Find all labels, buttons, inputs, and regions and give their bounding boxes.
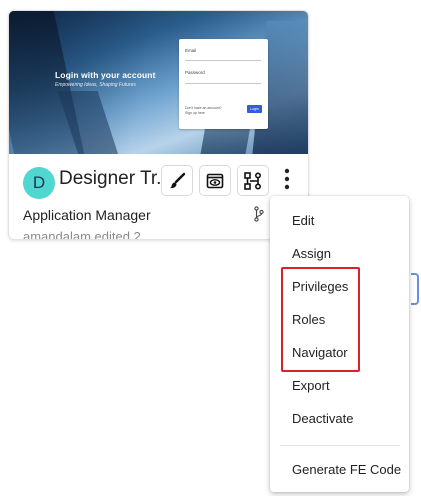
app-name[interactable]: Designer Tr... bbox=[59, 168, 172, 190]
menu-item-assign[interactable]: Assign bbox=[270, 239, 409, 269]
paintbrush-icon bbox=[168, 172, 186, 190]
app-screen: Login with your account Empowering Ideas… bbox=[0, 0, 421, 496]
menu-divider bbox=[280, 445, 400, 446]
preview-eye-icon bbox=[206, 172, 224, 190]
thumbnail-password-line bbox=[185, 83, 261, 84]
menu-item-generate-fe-code[interactable]: Generate FE Code bbox=[270, 455, 409, 485]
menu-item-label: Deactivate bbox=[292, 411, 354, 426]
thumbnail-footer-text: Don't have an account? Sign up here bbox=[185, 106, 222, 115]
workflow-button[interactable] bbox=[237, 165, 269, 196]
thumbnail-password-label: Password bbox=[185, 70, 205, 75]
menu-item-label: Generate FE Code bbox=[292, 462, 402, 477]
menu-item-label: Export bbox=[292, 378, 330, 393]
highlight-annotation-box bbox=[281, 267, 360, 372]
menu-item-export[interactable]: Export bbox=[270, 371, 409, 401]
menu-item-label: Assign bbox=[292, 246, 332, 261]
more-vertical-icon bbox=[284, 168, 290, 195]
thumbnail-email-line bbox=[185, 60, 261, 61]
workflow-icon bbox=[243, 171, 263, 191]
more-options-button[interactable] bbox=[277, 167, 297, 195]
menu-item-edit[interactable]: Edit bbox=[270, 206, 409, 236]
menu-item-label: Edit bbox=[292, 213, 315, 228]
design-button[interactable] bbox=[161, 165, 193, 196]
thumbnail-login-subheading: Empowering Ideas, Shaping Futures bbox=[55, 82, 136, 88]
background-field-edge bbox=[411, 273, 419, 305]
app-role: Application Manager bbox=[23, 207, 151, 223]
app-edited-info: amandalam edited 2 bbox=[23, 229, 141, 240]
thumbnail-login-button: Login bbox=[247, 105, 262, 113]
thumbnail-login-heading: Login with your account bbox=[55, 70, 156, 80]
thumbnail-email-label: Email bbox=[185, 48, 197, 53]
branch-icon bbox=[254, 206, 264, 227]
thumbnail-login-form: Email Password Don't have an account? Si… bbox=[179, 39, 268, 129]
preview-button[interactable] bbox=[199, 165, 231, 196]
app-thumbnail: Login with your account Empowering Ideas… bbox=[9, 11, 308, 154]
menu-item-deactivate[interactable]: Deactivate bbox=[270, 404, 409, 434]
app-avatar: D bbox=[23, 167, 55, 199]
